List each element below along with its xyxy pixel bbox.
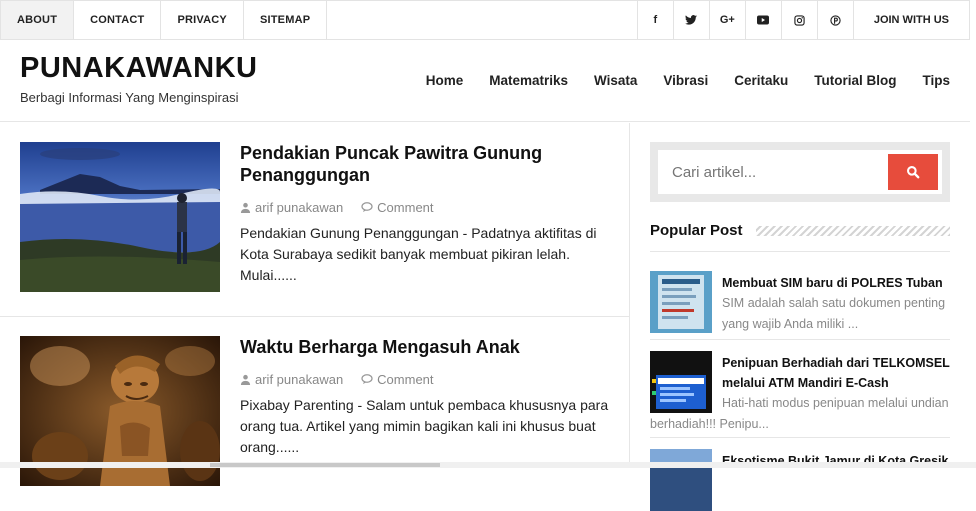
post-author-name: arif punakawan bbox=[255, 200, 344, 215]
search-widget bbox=[650, 142, 950, 202]
post-comment-label: Comment bbox=[377, 372, 434, 387]
post-excerpt: Pixabay Parenting - Salam untuk pembaca … bbox=[240, 397, 609, 455]
horizontal-scrollbar[interactable] bbox=[0, 462, 976, 468]
comment-icon bbox=[361, 374, 373, 384]
nav-wisata[interactable]: Wisata bbox=[594, 73, 637, 88]
instagram-icon[interactable] bbox=[780, 1, 817, 39]
pinterest-icon[interactable] bbox=[816, 1, 853, 39]
twitter-icon[interactable] bbox=[672, 1, 709, 39]
top-nav-privacy[interactable]: PRIVACY bbox=[161, 1, 244, 39]
popular-item-title[interactable]: Membuat SIM baru di POLRES Tuban bbox=[722, 273, 950, 293]
nav-matematriks[interactable]: Matematriks bbox=[489, 73, 568, 88]
search-icon bbox=[907, 166, 920, 179]
social-links: f G+ JOIN WITH US bbox=[636, 1, 969, 39]
post-comment-link[interactable]: Comment bbox=[361, 372, 434, 387]
post-list: Pendakian Puncak Pawitra Gunung Penanggu… bbox=[0, 123, 630, 486]
post-card: Pendakian Puncak Pawitra Gunung Penanggu… bbox=[0, 123, 629, 317]
popular-item: Membuat SIM baru di POLRES Tuban SIM ada… bbox=[650, 271, 950, 340]
post-meta: arif punakawan Comment bbox=[240, 372, 434, 387]
popular-item-title[interactable]: Penipuan Berhadiah dari TELKOMSEL melalu… bbox=[722, 353, 950, 393]
top-nav-contact[interactable]: CONTACT bbox=[74, 1, 162, 39]
top-nav: ABOUT CONTACT PRIVACY SITEMAP bbox=[1, 1, 328, 39]
top-bar: ABOUT CONTACT PRIVACY SITEMAP f G+ JOIN … bbox=[0, 0, 970, 40]
popular-post-title: Popular Post bbox=[650, 222, 751, 239]
post-comment-link[interactable]: Comment bbox=[361, 200, 434, 215]
top-nav-sitemap[interactable]: SITEMAP bbox=[244, 1, 328, 39]
nav-vibrasi[interactable]: Vibrasi bbox=[663, 73, 708, 88]
popular-item-title[interactable]: Eksotisme Bukit Jamur di Kota Gresik bbox=[722, 451, 950, 471]
popular-item-thumbnail[interactable] bbox=[650, 449, 712, 511]
post-author[interactable]: arif punakawan bbox=[240, 200, 343, 215]
popular-item-thumbnail[interactable] bbox=[650, 271, 712, 333]
post-title[interactable]: Waktu Berharga Mengasuh Anak bbox=[240, 336, 570, 358]
site-tagline: Berbagi Informasi Yang Menginspirasi bbox=[20, 90, 239, 105]
post-author-name: arif punakawan bbox=[255, 372, 344, 387]
popular-item-desc: Hati-hati modus penipuan melalui undian … bbox=[650, 396, 949, 431]
popular-post-heading: Popular Post bbox=[650, 222, 950, 252]
nav-tutorial-blog[interactable]: Tutorial Blog bbox=[814, 73, 896, 88]
nav-home[interactable]: Home bbox=[426, 73, 464, 88]
post-card: Waktu Berharga Mengasuh Anak arif punaka… bbox=[0, 317, 629, 511]
comment-icon bbox=[361, 202, 373, 212]
post-author[interactable]: arif punakawan bbox=[240, 372, 343, 387]
post-comment-label: Comment bbox=[377, 200, 434, 215]
user-icon bbox=[240, 202, 251, 213]
post-thumbnail[interactable] bbox=[20, 142, 220, 292]
facebook-icon[interactable]: f bbox=[636, 1, 673, 39]
heading-stripes bbox=[756, 226, 950, 236]
nav-tips[interactable]: Tips bbox=[922, 73, 950, 88]
google-plus-icon[interactable]: G+ bbox=[708, 1, 745, 39]
post-meta: arif punakawan Comment bbox=[240, 200, 434, 215]
youtube-icon[interactable] bbox=[744, 1, 781, 39]
nav-ceritaku[interactable]: Ceritaku bbox=[734, 73, 788, 88]
user-icon bbox=[240, 374, 251, 385]
site-title[interactable]: PUNAKAWANKU bbox=[20, 52, 258, 85]
top-nav-about[interactable]: ABOUT bbox=[1, 1, 75, 39]
brand: PUNAKAWANKU Berbagi Informasi Yang Mengi… bbox=[20, 52, 258, 105]
main-nav: Home Matematriks Wisata Vibrasi Ceritaku… bbox=[426, 73, 950, 88]
join-with-us-link[interactable]: JOIN WITH US bbox=[852, 1, 969, 39]
scrollbar-thumb[interactable] bbox=[210, 463, 440, 467]
popular-item-desc: SIM adalah salah satu dokumen penting ya… bbox=[722, 296, 946, 331]
popular-item: Penipuan Berhadiah dari TELKOMSEL melalu… bbox=[650, 351, 950, 438]
post-excerpt: Pendakian Gunung Penanggungan - Padatnya… bbox=[240, 225, 597, 283]
site-header: PUNAKAWANKU Berbagi Informasi Yang Mengi… bbox=[0, 40, 970, 122]
post-title[interactable]: Pendakian Puncak Pawitra Gunung Penanggu… bbox=[240, 142, 570, 186]
search-button[interactable] bbox=[888, 154, 938, 190]
sidebar: Popular Post Membuat SIM baru di POLRES … bbox=[630, 123, 970, 511]
